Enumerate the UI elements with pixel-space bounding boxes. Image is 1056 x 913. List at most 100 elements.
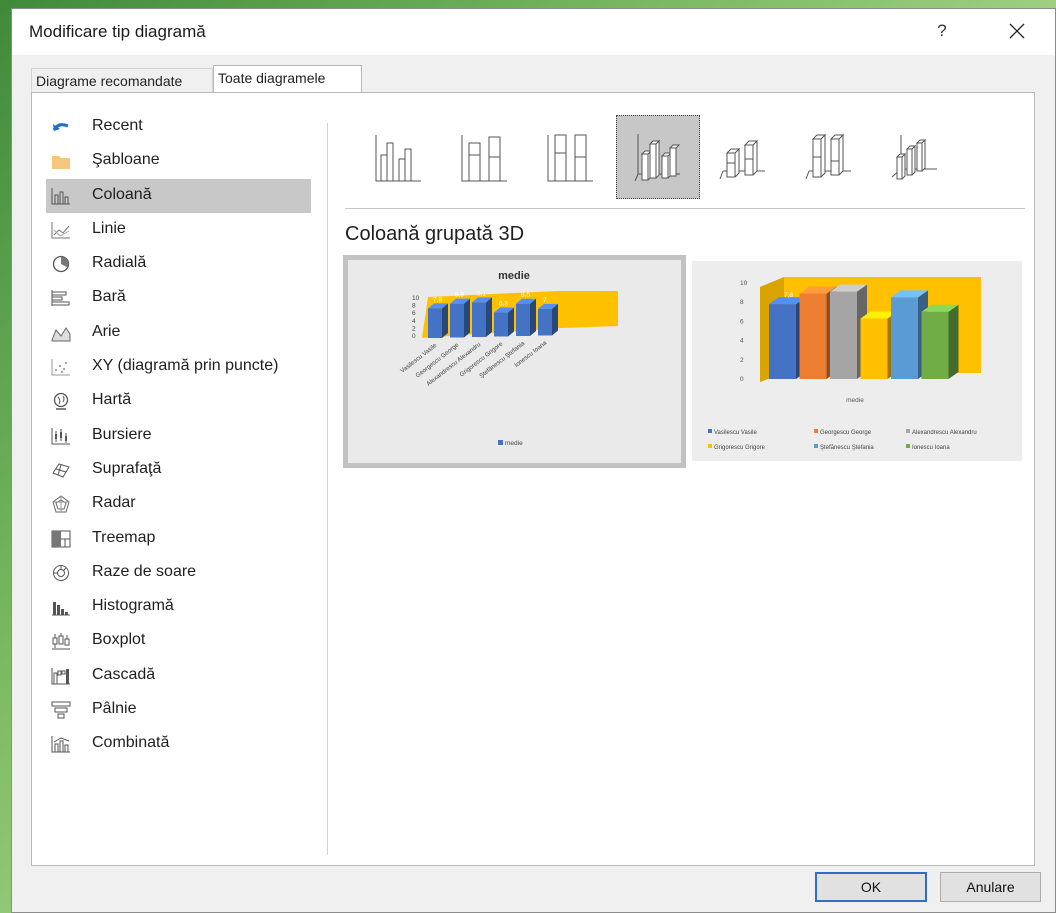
- sidebar-item-funnel[interactable]: Pâlnie: [46, 693, 311, 727]
- y-tick-label: 0: [740, 376, 744, 383]
- sidebar-item-combo-chart[interactable]: Combinată: [46, 727, 311, 761]
- data-label: 7: [543, 297, 547, 304]
- y-tick-label: 4: [412, 318, 416, 325]
- sidebar-item-line-chart[interactable]: Linie: [46, 213, 311, 247]
- scatter-chart-icon: [51, 358, 71, 376]
- sidebar-item-label: Combinată: [92, 734, 170, 752]
- change-chart-type-dialog: Modificare tip diagramă ? Diagrame recom…: [11, 8, 1056, 913]
- data-label: 7,8: [433, 296, 442, 303]
- sidebar-item-label: Bursiere: [92, 425, 152, 443]
- sidebar-item-label: Şabloane: [92, 151, 160, 169]
- chart-subtype-3d-stacked-column[interactable]: [702, 115, 786, 199]
- sidebar-item-label: Hartă: [92, 391, 132, 409]
- legend-label: Alexandrescu Alexandru: [912, 430, 977, 436]
- column-chart-icon: [51, 187, 71, 205]
- data-label: 6,3: [499, 301, 508, 308]
- sidebar-item-label: Boxplot: [92, 631, 146, 649]
- sidebar-item-histogram[interactable]: Histogramă: [46, 590, 311, 624]
- chart-1: medie10864207,8Vasilescu Vasile8,9George…: [399, 270, 618, 447]
- sidebar-item-scatter-chart[interactable]: XY (diagramă prin puncte): [46, 350, 311, 384]
- chart-subtype-3d-clustered-column[interactable]: [616, 115, 700, 199]
- histogram-icon: [51, 598, 71, 616]
- divider: [345, 208, 1025, 209]
- divider: [327, 123, 328, 855]
- surface-chart-icon: [51, 461, 71, 479]
- chart-subtype-clustered-column[interactable]: [358, 115, 442, 199]
- sidebar-item-label: Pâlnie: [92, 700, 137, 718]
- sidebar-item-label: Suprafaţă: [92, 459, 162, 477]
- y-tick-label: 6: [740, 318, 744, 325]
- sidebar-item-treemap[interactable]: Treemap: [46, 522, 311, 556]
- legend-label: Georgescu George: [820, 430, 872, 436]
- sidebar-item-label: Coloană: [92, 185, 152, 203]
- sidebar-item-area-chart[interactable]: Arie: [46, 316, 311, 350]
- 100-stacked-column-icon: [547, 134, 593, 182]
- data-label: 9,1: [477, 290, 486, 297]
- tab-all-charts[interactable]: Toate diagramele: [213, 65, 362, 92]
- help-button[interactable]: ?: [922, 15, 962, 47]
- sidebar-item-radar-chart[interactable]: Radar: [46, 487, 311, 521]
- sidebar-item-label: Cascadă: [92, 665, 156, 683]
- sidebar-item-label: Arie: [92, 322, 121, 340]
- chart-subtype-100-stacked-column[interactable]: [530, 115, 614, 199]
- legend-swatch: [814, 444, 818, 448]
- legend-label: Grigorescu Grigore: [714, 445, 766, 451]
- y-tick-label: 2: [412, 325, 416, 332]
- data-label: 7,8: [784, 292, 793, 299]
- 3d-clustered-column-icon: [634, 134, 681, 182]
- legend-swatch: [906, 429, 910, 433]
- sidebar-item-stock-chart[interactable]: Bursiere: [46, 419, 311, 453]
- folder-icon: [51, 152, 71, 170]
- sidebar-item-bar-chart[interactable]: Bară: [46, 281, 311, 315]
- sidebar-item-undo[interactable]: Recent: [46, 110, 311, 144]
- y-tick-label: 10: [412, 295, 420, 302]
- sidebar-item-waterfall[interactable]: Cascadă: [46, 659, 311, 693]
- bar: [921, 304, 959, 379]
- sidebar-item-column-chart[interactable]: Coloană: [46, 178, 311, 213]
- ok-button[interactable]: OK: [815, 872, 927, 902]
- y-tick-label: 6: [412, 310, 416, 317]
- bar: [428, 303, 448, 338]
- legend-label: Ştefănescu Ştefania: [820, 445, 874, 451]
- chart-subtype-3d-column[interactable]: [874, 115, 958, 199]
- bar: [538, 303, 558, 336]
- data-label: 8,5: [521, 292, 530, 299]
- sidebar-item-folder[interactable]: Şabloane: [46, 144, 311, 178]
- sidebar-item-map-globe[interactable]: Hartă: [46, 384, 311, 418]
- legend-label: Ionescu Ioana: [912, 445, 950, 451]
- close-button[interactable]: [997, 15, 1037, 47]
- y-tick-label: 2: [740, 357, 744, 364]
- 3d-100-stacked-column-icon: [805, 133, 851, 180]
- sidebar-item-pie-chart[interactable]: Radială: [46, 247, 311, 281]
- chart-subtype-3d-100-stacked-column[interactable]: [788, 115, 872, 199]
- close-icon: [1009, 23, 1025, 39]
- legend-swatch: [708, 444, 712, 448]
- cancel-button[interactable]: Anulare: [940, 872, 1041, 902]
- bar: [494, 307, 514, 337]
- treemap-icon: [51, 530, 71, 548]
- title-bar: Modificare tip diagramă ?: [12, 9, 1055, 55]
- sunburst-icon: [51, 564, 71, 582]
- y-tick-label: 8: [412, 303, 416, 310]
- tab-content-panel: Recent Şabloane Coloană Linie Radială Bară Ari…: [31, 92, 1035, 866]
- chart-preview-2[interactable]: 10 8 6 4 2 0 7,8 medie Vasilescu Vasile Georgescu…: [692, 261, 1022, 461]
- sidebar-item-surface-chart[interactable]: Suprafaţă: [46, 453, 311, 487]
- chart-preview-1[interactable]: medie 10 8 6 4 2 0 7,8 Vasilescu Vasile 8,9 George…: [343, 255, 686, 468]
- sidebar-item-label: Bară: [92, 288, 126, 306]
- bar: [450, 298, 470, 338]
- stock-chart-icon: [51, 427, 71, 445]
- y-tick-label: 0: [412, 333, 416, 340]
- sidebar-item-boxplot[interactable]: Boxplot: [46, 624, 311, 658]
- sidebar-item-label: Linie: [92, 219, 126, 237]
- 3d-column-icon: [891, 135, 937, 180]
- chart-type-list: Recent Şabloane Coloană Linie Radială Bară Ari…: [46, 110, 311, 762]
- chart-subtype-stacked-column[interactable]: [444, 115, 528, 199]
- tab-recommended-charts[interactable]: Diagrame recomandate: [31, 68, 213, 92]
- bar-chart-icon: [51, 289, 71, 307]
- legend-label: Vasilescu Vasile: [714, 430, 757, 436]
- area-chart-icon: [51, 324, 71, 342]
- sidebar-item-sunburst[interactable]: Raze de soare: [46, 556, 311, 590]
- boxplot-icon: [51, 632, 71, 650]
- dialog-title: Modificare tip diagramă: [29, 22, 206, 41]
- sidebar-item-label: Recent: [92, 117, 143, 134]
